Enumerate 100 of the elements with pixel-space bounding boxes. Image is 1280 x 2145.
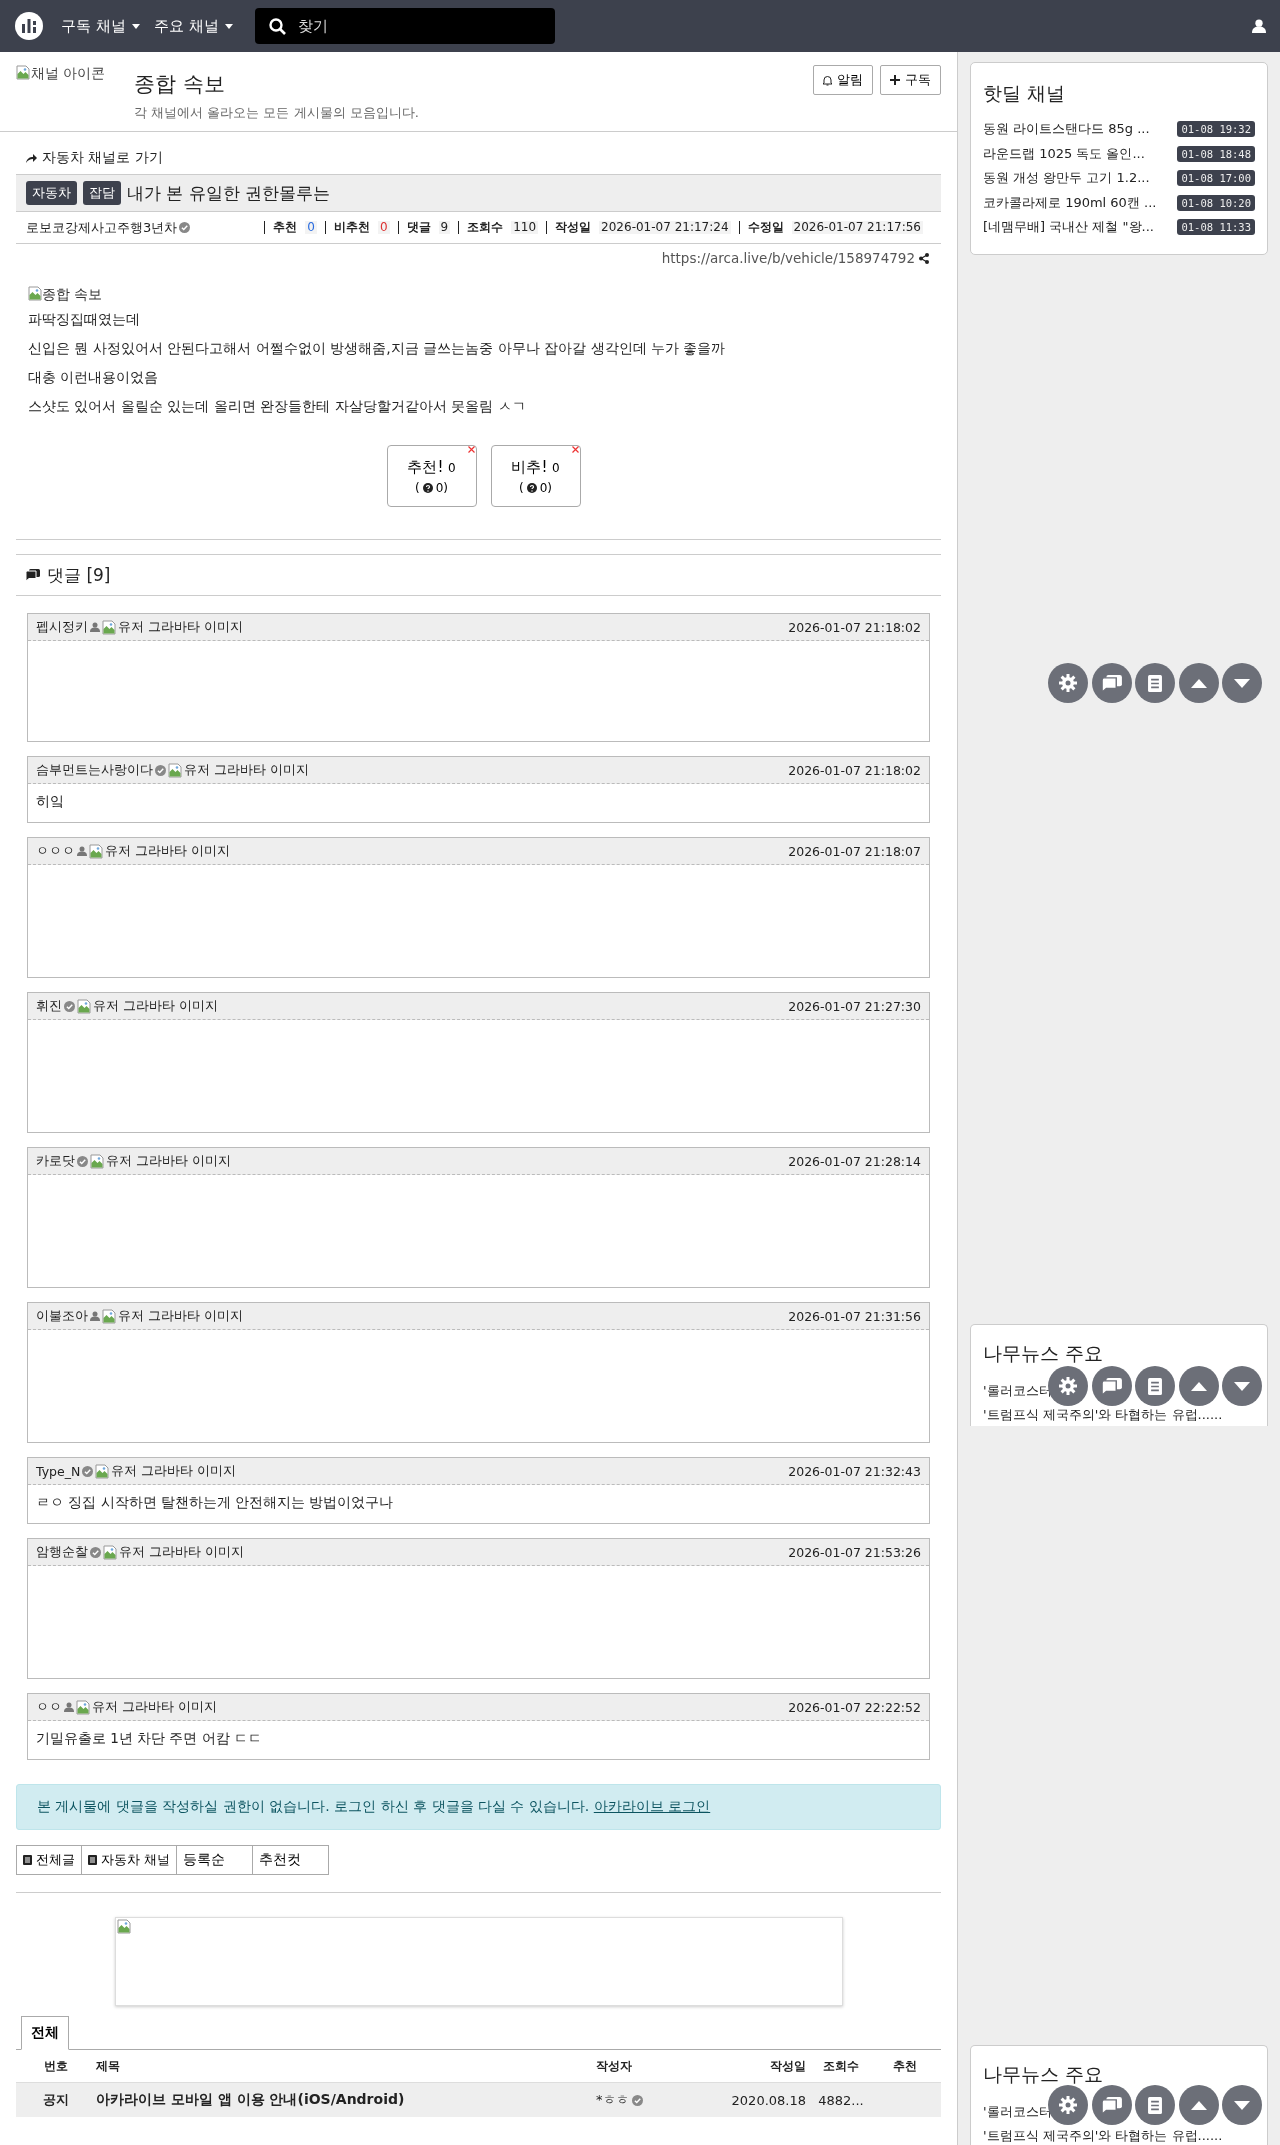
table-cell: 2020.08.18 xyxy=(731,2092,806,2108)
vote-sub-open: ( xyxy=(415,480,420,495)
stat-value: 2026-01-07 21:17:56 xyxy=(791,221,923,234)
comments-icon xyxy=(1101,1377,1122,1395)
downvote-button[interactable]: 비추! 0 ( 0) xyxy=(490,445,581,507)
hotdeal-link[interactable]: 동원 개성 왕만두 고기 1.2... xyxy=(983,169,1174,188)
broken-image-icon xyxy=(89,843,103,859)
news-link[interactable]: '트럼프식 제국주의'와 타협하는 유럽...... xyxy=(983,2128,1223,2144)
column-header: 작성자 xyxy=(596,2058,632,2074)
time-badge: 01-08 19:32 xyxy=(1177,121,1255,138)
comment-time: 2026-01-07 21:53:26 xyxy=(788,1544,921,1560)
comments-title: 댓글 [9] xyxy=(47,563,111,587)
news-link[interactable]: '롤러코스터 xyxy=(983,1383,1052,1399)
comment-author[interactable]: 슴부먼트는사랑이다 xyxy=(36,761,153,779)
stat-label: 비추천 xyxy=(333,221,370,234)
list-filter-button[interactable]: 전체글 xyxy=(16,1845,82,1875)
broken-image-icon xyxy=(102,1308,116,1324)
share-arrow-icon xyxy=(26,153,37,163)
hotdeal-link[interactable]: [네맴무배] 국내산 제철 "왕... xyxy=(983,218,1174,237)
category-badge[interactable]: 자동차 xyxy=(26,181,77,205)
caret-down-icon xyxy=(1234,2100,1250,2110)
vote-sub-count: 0) xyxy=(435,480,448,495)
avatar-alt-text: 유저 그라바타 이미지 xyxy=(111,1462,237,1480)
share-icon[interactable] xyxy=(919,252,929,264)
comments-icon xyxy=(26,569,40,581)
broken-image-icon xyxy=(28,286,42,301)
avatar-alt-text: 유저 그라바타 이미지 xyxy=(184,761,309,779)
list-filter-button[interactable]: 등록순 xyxy=(176,1845,254,1875)
avatar-alt-text: 유저 그라바타 이미지 xyxy=(106,1152,231,1170)
search-field[interactable]: 찾기 xyxy=(254,8,555,44)
back-link[interactable]: 자동차 채널로 가기 xyxy=(42,149,163,167)
image-alt-text: 종합 속보 xyxy=(42,286,103,304)
hotdeal-link[interactable]: 코카콜라제로 190ml 60캔 ... xyxy=(983,193,1174,212)
settings-button[interactable] xyxy=(1048,663,1088,703)
login-link[interactable]: 아카라이브 로그인 xyxy=(593,1798,711,1814)
notification-button[interactable]: 알림 xyxy=(813,65,873,95)
scroll-up-button[interactable] xyxy=(1178,663,1219,703)
post-author[interactable]: 로보코강제사고주행3년차 xyxy=(26,218,178,237)
news-link[interactable]: '롤러코스터 xyxy=(983,2104,1052,2120)
caret-up-icon xyxy=(1190,1381,1207,1391)
board-tab[interactable]: 전체 xyxy=(21,2016,69,2050)
logo-icon[interactable] xyxy=(15,12,43,40)
verified-icon xyxy=(631,2094,643,2106)
comment-author[interactable]: ㅇㅇㅇ xyxy=(36,842,75,860)
post-link[interactable]: 아카라이브 모바일 앱 이용 안내(iOS/Android) xyxy=(96,2091,405,2109)
comment-time: 2026-01-07 21:27:30 xyxy=(788,998,921,1014)
hotdeal-link[interactable]: 동원 라이트스탠다드 85g ... xyxy=(983,120,1174,139)
list-button[interactable] xyxy=(1135,663,1175,703)
list-filter-button[interactable]: 추천컷 xyxy=(252,1845,330,1875)
settings-icon xyxy=(1059,2096,1077,2114)
subscribe-button[interactable]: 구독 xyxy=(880,65,941,95)
comment-time: 2026-01-07 21:18:02 xyxy=(788,762,921,778)
upvote-button[interactable]: 추천! 0 ( 0) xyxy=(386,445,477,507)
stat-label: 작성일 xyxy=(555,221,592,234)
comment-text: ㄹㅇ 징집 시작하면 탈챈하는게 안전해지는 방법이었구나 xyxy=(36,1494,394,1510)
time-badge: 01-08 11:33 xyxy=(1177,219,1255,236)
verified-icon xyxy=(155,764,166,776)
login-notice: 본 게시물에 댓글을 작성하실 권한이 없습니다. 로그인 하신 후 댓글을 다실 수 있습니다. 아카라이브 로그인 xyxy=(37,1798,711,1816)
hotdeal-link[interactable]: 라운드랩 1025 독도 올인... xyxy=(983,144,1174,163)
column-header: 조회수 xyxy=(823,2058,859,2074)
comment-author[interactable]: 암행순찰 xyxy=(36,1543,88,1561)
comment-author[interactable]: 카로닷 xyxy=(36,1152,75,1170)
news-link[interactable]: '트럼프식 제국주의'와 타협하는 유럽...... xyxy=(983,1407,1223,1423)
comment-author[interactable]: 이불조아 xyxy=(36,1307,88,1325)
search-icon xyxy=(268,18,286,35)
category-badge[interactable]: 잡담 xyxy=(83,181,121,205)
comment-author[interactable]: Type_N xyxy=(36,1463,81,1479)
user-icon[interactable] xyxy=(1252,19,1266,33)
user-icon xyxy=(90,1311,100,1321)
comment-author[interactable]: 휘진 xyxy=(36,997,62,1015)
comments-button[interactable] xyxy=(1091,663,1132,703)
caret-icon xyxy=(131,23,140,29)
list-icon xyxy=(1148,1377,1162,1395)
broken-image-icon xyxy=(77,998,91,1014)
menu-dropdown[interactable]: 구독 채널 xyxy=(61,12,140,40)
table-cell: *ㅎㅎ xyxy=(596,2091,629,2109)
settings-icon xyxy=(1059,674,1077,692)
verified-icon xyxy=(64,1000,75,1012)
vote-sub-count: 0) xyxy=(539,480,552,495)
close-icon[interactable] xyxy=(571,446,579,453)
close-icon[interactable] xyxy=(467,446,475,453)
post-paragraph: 스샷도 있어서 올릴순 있는데 올리면 완장들한테 자살당할거같아서 못올림 ㅅㄱ xyxy=(28,398,527,415)
news-card-title: 나무뉴스 주요 xyxy=(983,1341,1105,1366)
question-icon xyxy=(422,482,433,493)
post-title: 내가 본 유일한 권한몰루는 xyxy=(127,181,331,205)
verified-icon xyxy=(77,1155,88,1167)
comment-author[interactable]: 펩시정키 xyxy=(36,618,88,636)
scroll-down-button[interactable] xyxy=(1222,663,1262,703)
comment-time: 2026-01-07 21:31:56 xyxy=(788,1308,921,1324)
avatar-alt-text: 유저 그라바타 이미지 xyxy=(119,1543,244,1561)
comment-author[interactable]: ㅇㅇ xyxy=(36,1698,62,1716)
table-cell: 4882... xyxy=(818,2092,864,2108)
channel-title[interactable]: 종합 속보 xyxy=(134,70,419,98)
verified-icon xyxy=(179,222,191,233)
channel-description: 각 채널에서 올라오는 모든 게시물의 모음입니다. xyxy=(134,104,419,122)
list-filter-button[interactable]: 자동차 채널 xyxy=(81,1845,178,1875)
caret-up-icon xyxy=(1190,2100,1207,2110)
menu-dropdown[interactable]: 주요 채널 xyxy=(153,12,233,40)
post-url[interactable]: https://arca.live/b/vehicle/158974792 xyxy=(661,250,915,266)
time-badge: 01-08 18:48 xyxy=(1177,145,1255,162)
